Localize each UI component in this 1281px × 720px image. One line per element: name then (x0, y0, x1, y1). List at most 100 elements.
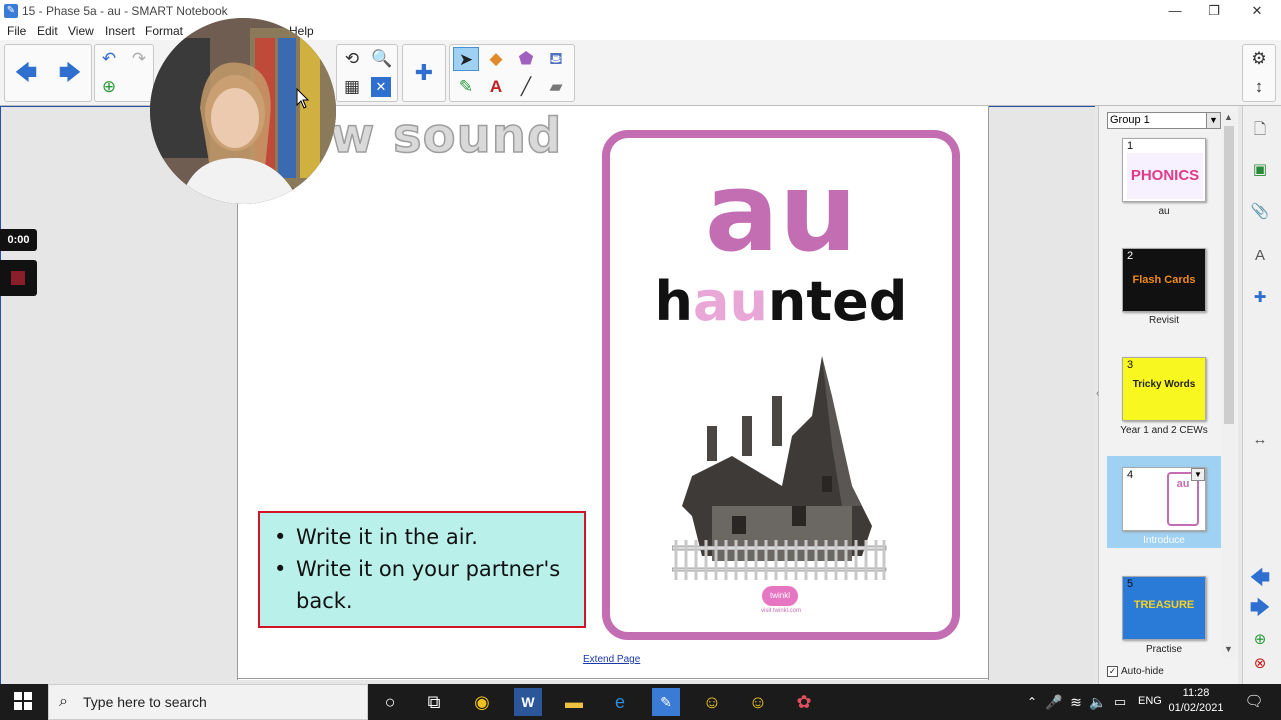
slide-thumb-4[interactable]: 4 au ▼ (1122, 467, 1206, 531)
puzzle-icon[interactable]: ✚ (411, 61, 437, 85)
task-box[interactable]: Write it in the air. Write it on your pa… (258, 511, 586, 628)
gear-icon[interactable]: ⚙ (1246, 47, 1272, 71)
pens-icon[interactable]: ✎ (453, 75, 479, 99)
auto-hide-label: Auto-hide (1121, 666, 1164, 678)
slide-label: Revisit (1148, 315, 1179, 326)
task-view-icon[interactable]: ⧉ (420, 688, 448, 716)
select-icon[interactable]: ➤ (453, 47, 479, 71)
windows-start-icon[interactable] (14, 692, 32, 710)
slide-number: 5 (1127, 578, 1134, 590)
tools-group: ⟲ 🔍 ▦ ✕ (336, 44, 398, 102)
window-title: 15 - Phase 5a - au - SMART Notebook (22, 4, 228, 18)
rotate-icon[interactable]: ⟲ (339, 47, 365, 71)
move-sidebar-icon[interactable]: ↔ (1248, 428, 1272, 452)
eraser-icon[interactable]: ⬟ (513, 47, 539, 71)
sorter-scrollbar[interactable]: ▲ ▼ (1222, 112, 1236, 658)
word-icon[interactable]: W (514, 688, 542, 716)
slide-thumb-1[interactable]: 1 PHONICS (1122, 138, 1206, 202)
page-bottom-edge (237, 678, 989, 679)
file-explorer-icon[interactable]: ▬ (560, 688, 588, 716)
previous-page-icon[interactable]: 🡄 (13, 61, 39, 85)
group-select[interactable]: Group 1 ▼ (1107, 112, 1221, 129)
next-page-icon[interactable]: 🡆 (57, 61, 83, 85)
close-button[interactable]: ✕ (1242, 2, 1272, 20)
haunted-house-image (672, 356, 887, 580)
auto-hide-checkbox[interactable]: ✓ Auto-hide (1107, 666, 1164, 677)
chrome-icon[interactable]: ◉ (468, 688, 496, 716)
slide-number: 4 (1127, 469, 1134, 481)
word-start: h (654, 270, 693, 333)
slide-number: 3 (1127, 359, 1134, 371)
stop-icon (11, 271, 25, 285)
smart-notebook-icon: ✎ (4, 4, 18, 18)
line-icon[interactable]: ╱ (513, 75, 539, 99)
restore-button[interactable]: ❐ (1199, 2, 1229, 20)
cortana-icon[interactable]: ○ (376, 688, 404, 716)
task-item: Write it on your partner's back. (274, 553, 574, 617)
delete-icon[interactable]: ✕ (371, 77, 391, 97)
edge-icon[interactable]: e (606, 688, 634, 716)
chevron-down-icon: ▼ (1206, 113, 1220, 128)
attachments-tab-icon[interactable]: 📎 (1248, 200, 1272, 224)
menu-edit[interactable]: Edit (37, 24, 58, 38)
minimize-button[interactable]: — (1160, 2, 1190, 20)
menu-format[interactable]: Format (145, 24, 183, 38)
phonics-card[interactable]: au haunted twinkl visit twinkl.com (602, 130, 960, 640)
slide-thumb-text: TREASURE (1123, 577, 1205, 639)
menu-insert[interactable]: Insert (105, 24, 135, 38)
slide-thumb-5[interactable]: 5 TREASURE (1122, 576, 1206, 640)
addons-tab-icon[interactable]: ✚ (1248, 286, 1272, 310)
settings-group: ⚙ ↕ (1242, 44, 1276, 102)
collapse-sorter-icon[interactable]: ‹ (1096, 388, 1099, 399)
stop-record-button[interactable] (0, 260, 37, 296)
slide-label: Practise (1145, 644, 1183, 655)
add-page-icon[interactable]: ⊕ (96, 75, 122, 99)
magnifier-icon[interactable]: 🔍 (369, 47, 395, 71)
extend-page-link[interactable]: Extend Page (583, 654, 640, 665)
addons-group: ✚ (402, 44, 446, 102)
scroll-down-icon[interactable]: ▼ (1224, 644, 1233, 654)
menu-view[interactable]: View (68, 24, 94, 38)
app-icon[interactable]: ✿ (790, 688, 818, 716)
previous-page-side-icon[interactable]: 🡄 (1248, 566, 1272, 590)
redo-icon[interactable]: ↷ (126, 47, 152, 71)
scroll-up-icon[interactable]: ▲ (1224, 112, 1233, 122)
smart-notebook-taskbar-icon[interactable]: ✎ (652, 688, 680, 716)
clock-date: 01/02/2021 (1168, 702, 1224, 714)
slide-menu-chevron-icon[interactable]: ▼ (1191, 468, 1205, 481)
table-icon[interactable]: ▦ (339, 75, 365, 99)
shapes-icon[interactable]: ◆ (483, 47, 509, 71)
delete-page-side-icon[interactable]: ⊗ (1248, 652, 1272, 676)
scrollbar-thumb[interactable] (1224, 126, 1234, 424)
battery-icon[interactable]: ▭ (1106, 688, 1134, 716)
slide-thumb-3[interactable]: 3 Tricky Words (1122, 357, 1206, 421)
notifications-icon[interactable]: 🗨 (1240, 688, 1268, 716)
twinkl-logo: twinkl (762, 586, 798, 606)
add-page-side-icon[interactable]: ⊕ (1248, 628, 1272, 652)
taskbar-clock[interactable]: 11:28 01/02/2021 (1166, 686, 1226, 716)
taskbar-search[interactable]: ⌕ Type here to search (48, 684, 368, 720)
undo-icon[interactable]: ↶ (96, 47, 122, 71)
gallery-tab-icon[interactable]: ▣ (1248, 158, 1272, 182)
slide-number: 2 (1127, 250, 1134, 262)
title-bar: ✎ 15 - Phase 5a - au - SMART Notebook — … (0, 0, 1281, 22)
fill-icon[interactable]: ⛾ (543, 47, 569, 71)
page-sorter-tab-icon[interactable]: 🗋 (1248, 118, 1272, 142)
menu-file[interactable]: File (7, 24, 26, 38)
card-sound: au (704, 148, 858, 276)
webcam-image (150, 18, 336, 204)
emoji-app-icon[interactable]: ☺ (698, 688, 726, 716)
slide-thumb-2[interactable]: 2 Flash Cards (1122, 248, 1206, 312)
emoji-app-icon-2[interactable]: ☺ (744, 688, 772, 716)
clock-time: 11:28 (1182, 687, 1210, 699)
search-icon: ⌕ (59, 693, 68, 710)
task-item: Write it in the air. (274, 521, 574, 553)
page-heading[interactable]: w sound (329, 107, 562, 165)
properties-tab-icon[interactable]: A (1248, 244, 1272, 268)
pen-eraser-icon[interactable]: ▰ (543, 75, 569, 99)
slide-label: Year 1 and 2 CEWs (1120, 425, 1208, 436)
move-toolbar-icon[interactable]: ↕ (1246, 75, 1272, 99)
text-icon[interactable]: A (483, 75, 509, 99)
next-page-side-icon[interactable]: 🡆 (1248, 596, 1272, 620)
language-indicator[interactable]: ENG (1138, 695, 1162, 707)
